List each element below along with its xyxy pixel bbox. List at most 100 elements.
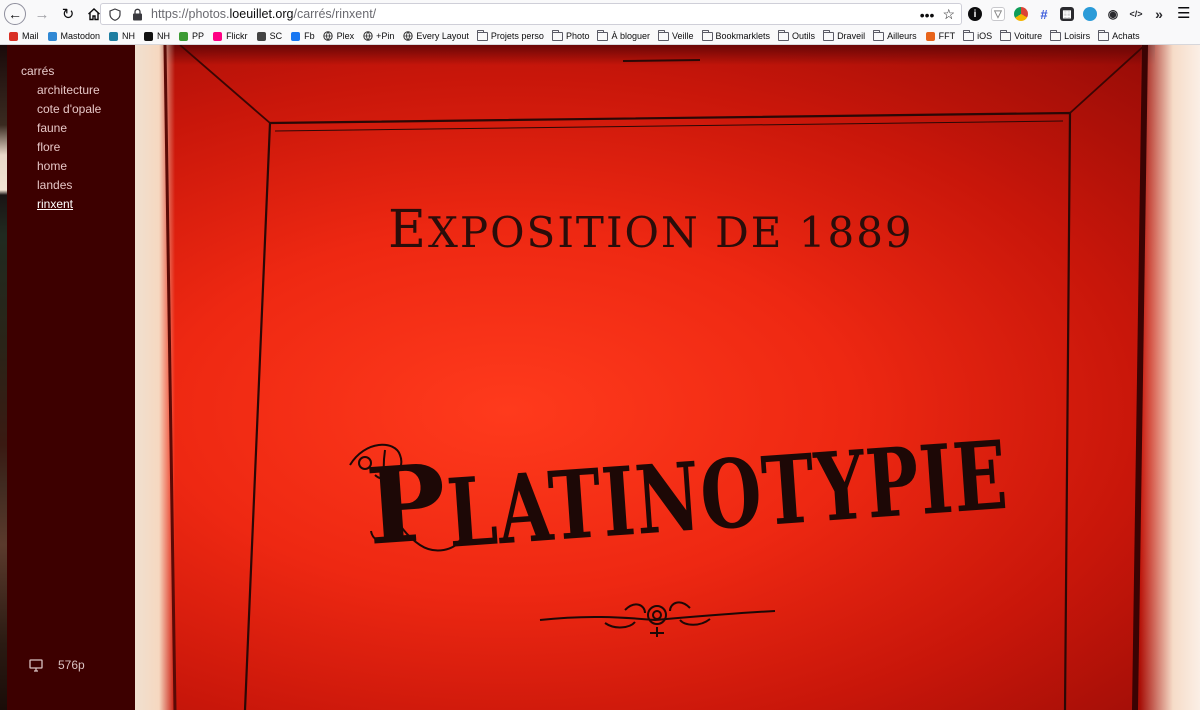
bookmark-label: Bookmarklets — [715, 31, 771, 41]
nav-item-flore[interactable]: flore — [37, 139, 101, 158]
folder-icon — [1050, 29, 1062, 41]
lock-icon[interactable] — [129, 6, 145, 22]
photo-display[interactable]: EXPOSITION DE 1889 PLATINOTYPIE — [135, 45, 1200, 710]
photo-cover-artwork — [163, 45, 1148, 710]
album-nav-list: architecture cote d'opale faune flore home la… — [37, 82, 101, 215]
folder-icon — [476, 29, 488, 41]
bookmarks-bar: Mail Mastodon NH NH PP Flickr SC Fb Plex +Pin Ever… — [0, 28, 1200, 45]
forward-button[interactable]: → — [30, 2, 54, 26]
star-icon[interactable]: ☆ — [942, 6, 955, 23]
resolution-label: 576p — [58, 658, 85, 672]
overflow-chevron-icon[interactable]: » — [1152, 6, 1166, 22]
bookmark-label: FFT — [938, 31, 956, 41]
previous-photo-strip[interactable] — [0, 45, 7, 710]
bookmark-label: Fb — [304, 31, 315, 41]
extension-toolbar: i ▽ # ▦ ◉ </> » — [968, 4, 1166, 24]
pocket-icon[interactable]: ▽ — [991, 7, 1005, 21]
mastodon-icon — [47, 31, 58, 41]
flickr-icon — [212, 31, 223, 41]
reload-button[interactable]: ↻ — [56, 2, 80, 26]
bookmark-item[interactable]: Voiture — [1000, 29, 1043, 41]
bookmark-item[interactable]: +Pin — [362, 31, 394, 41]
folder-icon — [963, 29, 975, 41]
bookmark-item[interactable]: Fb — [290, 31, 315, 41]
address-bar[interactable]: https://photos.loeuillet.org/carrés/rinx… — [100, 3, 962, 25]
menu-icon[interactable]: ☰ — [1177, 4, 1190, 22]
nav-item-architecture[interactable]: architecture — [37, 82, 101, 101]
bookmark-item[interactable]: NH — [108, 31, 135, 41]
bookmark-label: Mail — [22, 31, 39, 41]
github-icon — [143, 31, 154, 41]
bookmark-label: Voiture — [1014, 31, 1043, 41]
bookmark-item[interactable]: Loisirs — [1050, 29, 1091, 41]
shield-icon[interactable] — [107, 6, 123, 22]
monitor-icon — [29, 658, 43, 672]
bookmark-item[interactable]: FFT — [925, 31, 956, 41]
glasses-icon[interactable]: ◉ — [1106, 7, 1120, 21]
folder-icon — [701, 29, 713, 41]
grid-extension-icon[interactable]: ▦ — [1060, 7, 1074, 21]
nav-item-cote-d-opale[interactable]: cote d'opale — [37, 101, 101, 120]
bookmark-item[interactable]: Outils — [778, 29, 815, 41]
bookmark-item[interactable]: SC — [256, 31, 283, 41]
bookmark-label: Projets perso — [490, 31, 544, 41]
page-actions-icon[interactable]: ••• — [920, 7, 935, 23]
globe-icon — [402, 31, 413, 41]
bookmark-label: Flickr — [226, 31, 248, 41]
resolution-info[interactable]: 576p — [29, 658, 85, 672]
bookmark-item[interactable]: Draveil — [823, 29, 866, 41]
bookmark-item[interactable]: Flickr — [212, 31, 248, 41]
folder-icon — [873, 29, 885, 41]
folder-icon — [658, 29, 669, 41]
nav-item-home[interactable]: home — [37, 158, 101, 177]
bookmark-label: Loisirs — [1064, 31, 1091, 41]
facebook-icon — [290, 31, 301, 41]
info-extension-icon[interactable]: i — [968, 7, 982, 21]
back-button[interactable]: ← — [4, 3, 26, 25]
color-extension-icon[interactable] — [1083, 7, 1097, 21]
bookmark-label: Ailleurs — [887, 31, 917, 41]
folder-icon — [1098, 29, 1110, 41]
bookmark-label: Draveil — [837, 31, 866, 41]
bookmark-item[interactable]: iOS — [963, 29, 992, 41]
bookmark-item[interactable]: Ailleurs — [873, 29, 917, 41]
sidebar: carrés architecture cote d'opale faune flor… — [7, 45, 135, 710]
fft-icon — [925, 31, 936, 41]
bookmark-item[interactable]: Bookmarklets — [701, 29, 771, 41]
bookmark-label: Every Layout — [416, 31, 469, 41]
browser-toolbar: ← → ↻ https://photos.loeuillet.org/carré… — [0, 0, 1200, 28]
hashtag-icon[interactable]: # — [1037, 7, 1051, 22]
pp-icon — [178, 31, 189, 41]
gmail-icon — [8, 31, 19, 41]
bookmark-item[interactable]: À bloguer — [597, 29, 650, 41]
reload-icon: ↻ — [61, 6, 75, 23]
folder-icon — [823, 29, 835, 41]
home-icon — [88, 8, 100, 21]
nav-item-rinxent[interactable]: rinxent — [37, 196, 101, 215]
nav-root-link[interactable]: carrés — [21, 64, 54, 78]
bookmark-label: SC — [269, 31, 283, 41]
bookmark-item[interactable]: Veille — [658, 29, 694, 41]
bookmark-item[interactable]: Plex — [323, 31, 354, 41]
folder-icon — [1000, 29, 1012, 41]
bookmark-label: NH — [122, 31, 136, 41]
bookmark-label: Mastodon — [60, 31, 101, 41]
bookmark-label: PP — [192, 31, 205, 41]
code-icon[interactable]: </> — [1129, 7, 1143, 21]
bookmark-item[interactable]: NH — [143, 31, 170, 41]
bookmark-item[interactable]: Achats — [1098, 29, 1140, 41]
bookmark-item[interactable]: PP — [178, 31, 204, 41]
gallery-page: carrés architecture cote d'opale faune flor… — [0, 45, 1200, 710]
folder-icon — [551, 29, 563, 41]
bookmark-item[interactable]: Every Layout — [402, 31, 469, 41]
bookmark-item[interactable]: Mail — [8, 31, 39, 41]
bookmark-item[interactable]: Photo — [551, 29, 590, 41]
bookmark-item[interactable]: Projets perso — [476, 29, 544, 41]
bookmark-label: Photo — [565, 31, 590, 41]
bookmark-label: À bloguer — [611, 31, 650, 41]
nav-item-faune[interactable]: faune — [37, 120, 101, 139]
chrome-extension-icon[interactable] — [1014, 7, 1028, 21]
bookmark-item[interactable]: Mastodon — [47, 31, 101, 41]
url-text: https://photos.loeuillet.org/carrés/rinx… — [151, 7, 377, 21]
nav-item-landes[interactable]: landes — [37, 177, 101, 196]
